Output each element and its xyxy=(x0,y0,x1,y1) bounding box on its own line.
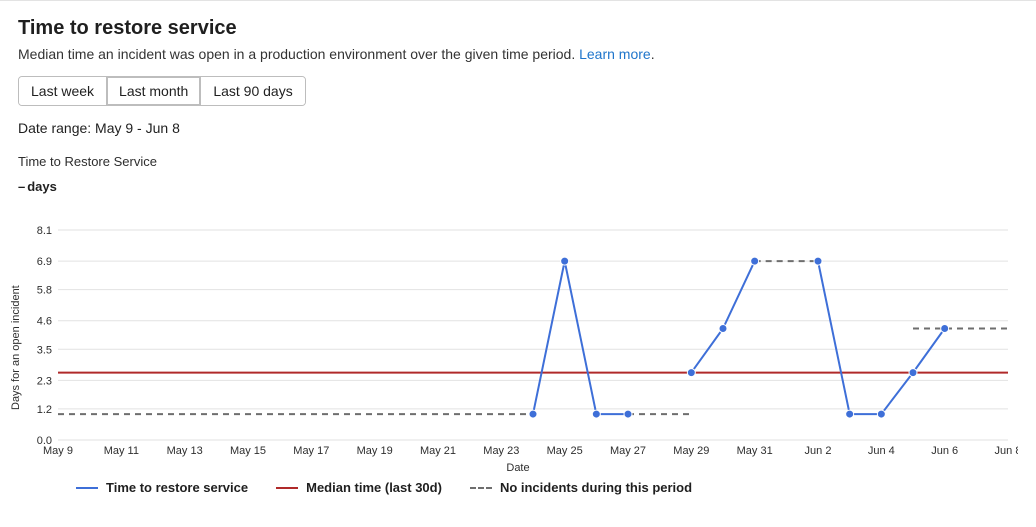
legend-item-median: Median time (last 30d) xyxy=(276,480,442,495)
legend-label-median: Median time (last 30d) xyxy=(306,480,442,495)
svg-text:May 29: May 29 xyxy=(673,445,709,457)
chart-legend: Time to restore service Median time (las… xyxy=(76,480,1018,495)
big-value-prefix: – xyxy=(18,179,25,194)
svg-text:May 11: May 11 xyxy=(104,445,139,457)
svg-text:May 19: May 19 xyxy=(357,445,393,457)
svg-text:5.8: 5.8 xyxy=(37,285,52,297)
svg-text:May 17: May 17 xyxy=(293,445,329,457)
x-axis-label: Date xyxy=(18,462,1018,474)
big-value-label: days xyxy=(27,179,57,194)
svg-text:May 27: May 27 xyxy=(610,445,646,457)
legend-swatch-red xyxy=(276,487,298,489)
page-subtitle: Median time an incident was open in a pr… xyxy=(18,46,1018,62)
svg-text:2.3: 2.3 xyxy=(37,375,52,387)
svg-text:May 25: May 25 xyxy=(547,445,583,457)
svg-text:May 21: May 21 xyxy=(420,445,456,457)
chart-svg: 0.01.22.33.54.65.86.98.1May 9May 11May 1… xyxy=(18,200,1018,460)
page-title: Time to restore service xyxy=(18,17,1018,40)
svg-text:May 15: May 15 xyxy=(230,445,266,457)
seg-last-month[interactable]: Last month xyxy=(106,77,200,105)
date-range-label: Date range: May 9 - Jun 8 xyxy=(18,120,1018,136)
svg-text:Jun 6: Jun 6 xyxy=(931,445,958,457)
chart-big-value: –days xyxy=(18,179,1018,194)
svg-text:1.2: 1.2 xyxy=(37,404,52,416)
svg-text:8.1: 8.1 xyxy=(37,225,52,237)
subtitle-post: . xyxy=(651,46,655,62)
chart-subtitle: Time to Restore Service xyxy=(18,154,1018,169)
subtitle-text: Median time an incident was open in a pr… xyxy=(18,46,579,62)
legend-swatch-blue xyxy=(76,487,98,489)
svg-text:May 9: May 9 xyxy=(43,445,73,457)
legend-label-series: Time to restore service xyxy=(106,480,248,495)
time-range-segmented: Last week Last month Last 90 days xyxy=(18,76,306,106)
legend-label-gap: No incidents during this period xyxy=(500,480,692,495)
svg-text:3.5: 3.5 xyxy=(37,344,52,356)
svg-text:Jun 4: Jun 4 xyxy=(868,445,895,457)
page-container: Time to restore service Median time an i… xyxy=(0,0,1036,527)
svg-text:Jun 8: Jun 8 xyxy=(995,445,1018,457)
svg-text:6.9: 6.9 xyxy=(37,256,52,268)
svg-text:May 31: May 31 xyxy=(737,445,773,457)
y-axis-label: Days for an open incident xyxy=(10,285,22,410)
legend-item-gap: No incidents during this period xyxy=(470,480,692,495)
legend-item-series: Time to restore service xyxy=(76,480,248,495)
svg-text:May 23: May 23 xyxy=(483,445,519,457)
seg-last-week[interactable]: Last week xyxy=(19,77,106,105)
seg-last-90-days[interactable]: Last 90 days xyxy=(200,77,304,105)
legend-swatch-dash xyxy=(470,487,492,489)
chart-area: Time to Restore Service –days Days for a… xyxy=(18,154,1018,495)
svg-text:4.6: 4.6 xyxy=(37,316,52,328)
learn-more-link[interactable]: Learn more xyxy=(579,46,651,62)
svg-text:Jun 2: Jun 2 xyxy=(805,445,832,457)
svg-text:May 13: May 13 xyxy=(167,445,203,457)
